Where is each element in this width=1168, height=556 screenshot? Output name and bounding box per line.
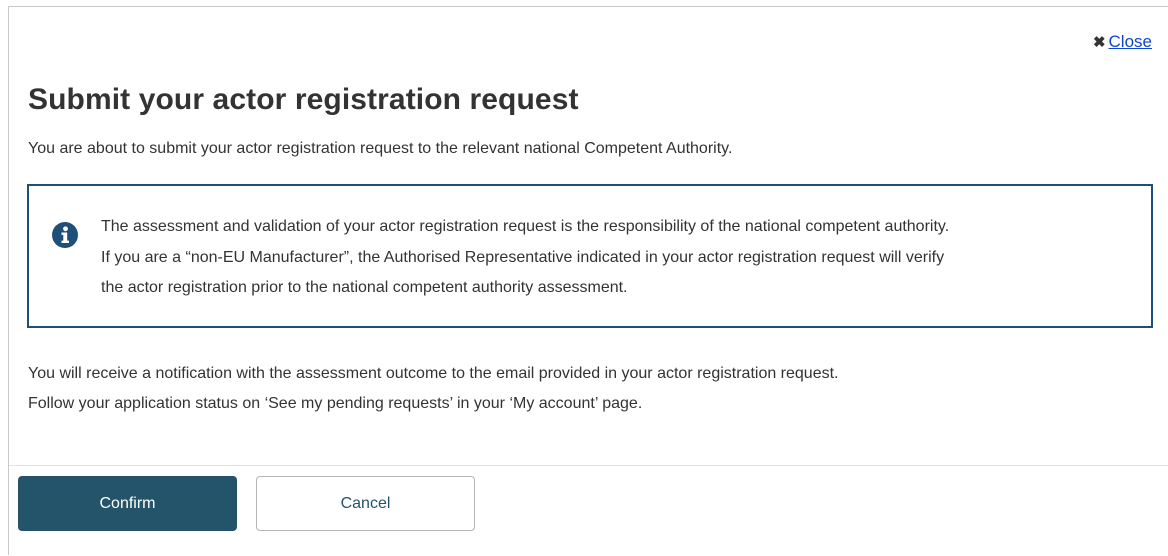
info-line: The assessment and validation of your ac… [101,218,950,235]
notification-notice: You will receive a notification with the… [28,359,839,419]
info-line: the actor registration prior to the nati… [101,279,628,296]
submit-registration-dialog: ✖ Close Submit your actor registration r… [8,6,1168,555]
dialog-footer: Confirm Cancel [9,465,1168,556]
info-panel: The assessment and validation of your ac… [27,184,1153,328]
notice-line-status: Follow your application status on ‘See m… [28,395,643,412]
cancel-button[interactable]: Cancel [256,476,475,531]
confirm-button[interactable]: Confirm [18,476,237,531]
close-label[interactable]: Close [1109,32,1152,52]
dialog-intro-text: You are about to submit your actor regis… [28,140,733,157]
dialog-title: Submit your actor registration request [28,83,579,116]
notice-line-email: You will receive a notification with the… [28,365,839,382]
close-button[interactable]: ✖ Close [1093,32,1152,52]
info-circle-icon [52,222,78,248]
info-line: If you are a “non-EU Manufacturer”, the … [101,248,945,266]
info-panel-text: The assessment and validation of your ac… [101,212,1143,304]
close-icon: ✖ [1092,34,1106,51]
